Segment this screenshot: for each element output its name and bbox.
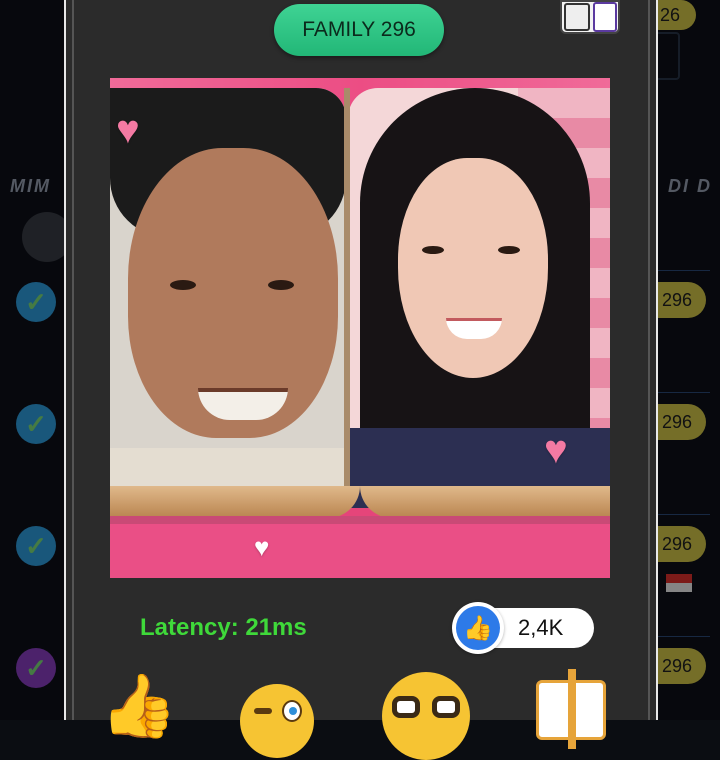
right-photo [348, 88, 610, 508]
portrait-icon [592, 2, 617, 32]
heart-icon: ♥ [116, 108, 140, 152]
couple-photo-frame[interactable]: ♥ ♥ ♥ [110, 78, 610, 578]
glasses-icon [392, 696, 460, 718]
family-button[interactable]: FAMILY 296 [274, 4, 444, 56]
eye [422, 246, 444, 254]
winking-face-reaction-button[interactable] [240, 684, 314, 758]
eye [498, 246, 520, 254]
heart-icon: ♥ [254, 532, 270, 562]
eye [268, 280, 294, 290]
nerd-face-reaction-button[interactable] [382, 672, 470, 760]
gift-ribbon [568, 669, 576, 749]
camera-icon [563, 3, 590, 31]
wink-eye [254, 708, 272, 714]
eye [170, 280, 196, 290]
woman-face [398, 158, 548, 378]
like-counter[interactable]: 👍 2,4K [452, 602, 594, 654]
like-icon[interactable]: 👍 [452, 602, 504, 654]
heart-icon: ♥ [544, 428, 568, 472]
book-spine [344, 88, 350, 508]
man-face [128, 148, 338, 438]
frame-bottom-band [110, 524, 610, 578]
photo-frame-button[interactable] [560, 0, 620, 34]
thumbs-up-reaction-button[interactable]: 👍 [100, 668, 178, 746]
open-eye [282, 700, 302, 722]
smile [446, 318, 502, 339]
like-count: 2,4K [518, 615, 564, 640]
gift-reaction-button[interactable] [536, 669, 606, 749]
latency-text: Latency: 21ms [140, 614, 307, 641]
smile [198, 388, 288, 420]
left-photo [110, 88, 346, 508]
modal-border-right [648, 0, 650, 720]
book-edge [110, 516, 610, 524]
modal-border-left [72, 0, 74, 720]
